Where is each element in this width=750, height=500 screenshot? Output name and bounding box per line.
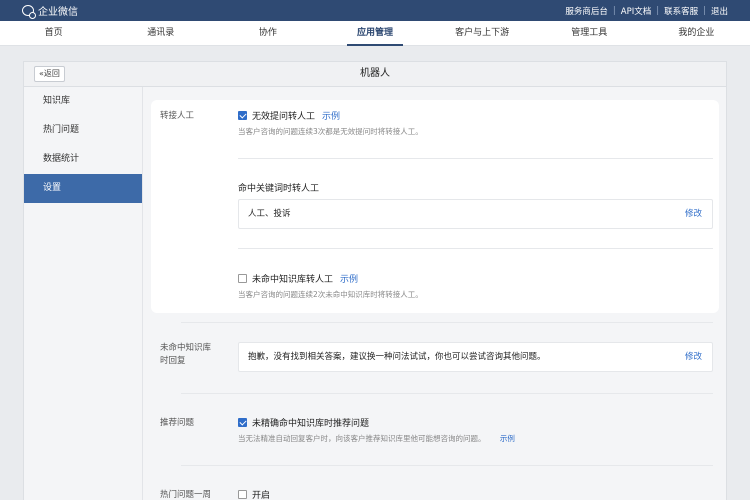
tab-tools[interactable]: 管理工具 (536, 21, 643, 45)
miss-reply-box: 抱歉，没有找到相关答案，建议换一种问法试试，你也可以尝试咨询其他问题。 修改 (238, 342, 713, 372)
tab-my-company[interactable]: 我的企业 (643, 21, 750, 45)
checkbox-recommend[interactable] (238, 418, 247, 427)
option-miss-knowledge: 未命中知识库转人工 示例 (238, 272, 358, 285)
brand[interactable]: 企业微信 (0, 3, 78, 19)
tab-customers[interactable]: 客户与上下游 (429, 21, 536, 45)
divider (238, 248, 713, 249)
sidebar: 知识库 热门问题 数据统计 设置 (24, 87, 143, 500)
top-bar: 企业微信 服务商后台 | API文档 | 联系客服 | 退出 (0, 0, 750, 21)
edit-miss-reply-link[interactable]: 修改 (685, 343, 702, 371)
checkbox-hot-week[interactable] (238, 490, 247, 499)
link-logout[interactable]: 退出 (711, 5, 728, 17)
miss-reply-label-line2: 时回复 (160, 356, 186, 366)
keyword-title: 命中关键词时转人工 (238, 184, 320, 194)
transfer-label: 转接人工 (160, 111, 195, 121)
divider (238, 158, 713, 159)
option-invalid-question: 无效提问转人工 示例 (238, 109, 340, 122)
main-nav: 首页 通讯录 协作 应用管理 客户与上下游 管理工具 我的企业 (0, 21, 750, 46)
miss-reply-label: 未命中知识库 时回复 (160, 342, 211, 368)
panel-header: «返回 机器人 (24, 62, 726, 87)
transfer-card: 转接人工 无效提问转人工 示例 当客户咨询的问题连续3次都是无效提问时将转接人工… (151, 100, 719, 313)
settings-content: 转接人工 无效提问转人工 示例 当客户咨询的问题连续3次都是无效提问时将转接人工… (144, 87, 726, 500)
hint-recommend: 当无法精准自动回复客户时，向该客户推荐知识库里他可能想咨询的问题。 示例 (238, 433, 515, 444)
sidebar-item-knowledge-base[interactable]: 知识库 (24, 87, 142, 116)
separator: | (703, 5, 706, 16)
sidebar-item-hot-questions[interactable]: 热门问题 (24, 116, 142, 145)
separator: | (612, 5, 616, 16)
example-link-miss[interactable]: 示例 (340, 272, 358, 285)
tab-app-management[interactable]: 应用管理 (321, 21, 428, 46)
link-api-docs[interactable]: API文档 (621, 5, 651, 17)
recommend-label: 推荐问题 (160, 418, 195, 428)
link-provider-console[interactable]: 服务商后台 (565, 5, 608, 17)
hint-recommend-text: 当无法精准自动回复客户时，向该客户推荐知识库里他可能想咨询的问题。 (238, 434, 486, 443)
top-links: 服务商后台 | API文档 | 联系客服 | 退出 (565, 0, 728, 21)
keyword-box: 人工、投诉 修改 (238, 199, 713, 229)
wework-logo-icon (22, 5, 36, 19)
divider (181, 393, 713, 394)
option-invalid-question-text: 无效提问转人工 (252, 112, 316, 122)
keyword-value: 人工、投诉 (248, 209, 291, 219)
hint-invalid-question: 当客户咨询的问题连续3次都是无效提问时将转接人工。 (238, 127, 423, 136)
option-recommend-text: 未精确命中知识库时推荐问题 (252, 419, 370, 429)
option-hot-week-text: 开启 (252, 491, 271, 500)
divider (181, 465, 713, 466)
tab-collaboration[interactable]: 协作 (214, 21, 321, 45)
example-link-recommend[interactable]: 示例 (500, 434, 515, 443)
hint-miss-knowledge: 当客户咨询的问题连续2次未命中知识库时将转接人工。 (238, 290, 423, 299)
separator: | (656, 5, 660, 16)
hot-week-label: 热门问题一周 (160, 490, 212, 500)
option-recommend: 未精确命中知识库时推荐问题 (238, 416, 369, 429)
checkbox-miss-knowledge[interactable] (238, 274, 247, 283)
tab-home[interactable]: 首页 (0, 21, 107, 45)
checkbox-invalid-question[interactable] (238, 111, 247, 120)
option-hot-week: 开启 (238, 488, 270, 500)
edit-keyword-link[interactable]: 修改 (685, 200, 702, 228)
example-link-invalid[interactable]: 示例 (322, 109, 340, 122)
sidebar-item-settings[interactable]: 设置 (24, 174, 142, 203)
divider (181, 322, 713, 323)
app-name: 企业微信 (38, 7, 78, 18)
page-title: 机器人 (360, 68, 390, 79)
sidebar-item-statistics[interactable]: 数据统计 (24, 145, 142, 174)
link-support[interactable]: 联系客服 (664, 5, 698, 17)
miss-reply-value: 抱歉，没有找到相关答案，建议换一种问法试试，你也可以尝试咨询其他问题。 (248, 352, 546, 362)
robot-panel: «返回 机器人 知识库 热门问题 数据统计 设置 转接人工 无效提问转人工 示例… (23, 61, 727, 500)
back-button[interactable]: «返回 (34, 66, 65, 82)
option-miss-knowledge-text: 未命中知识库转人工 (252, 275, 334, 285)
miss-reply-label-line1: 未命中知识库 (160, 343, 212, 353)
tab-contacts[interactable]: 通讯录 (107, 21, 214, 45)
